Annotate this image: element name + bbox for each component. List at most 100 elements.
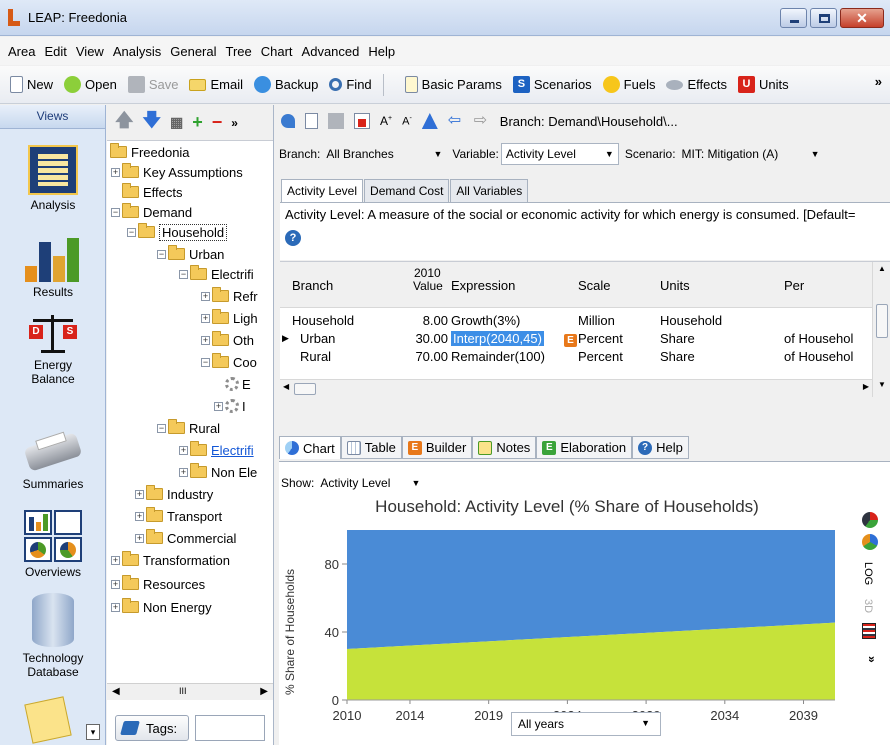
- tree-node-effects[interactable]: Effects: [122, 182, 183, 202]
- cell-expression[interactable]: Growth(3%): [451, 313, 520, 328]
- expand-icon[interactable]: +: [214, 401, 223, 411]
- tree-node-freedonia[interactable]: Freedonia: [110, 142, 190, 162]
- scrollbar-grip[interactable]: III: [179, 686, 187, 696]
- email-button[interactable]: Email: [189, 77, 243, 92]
- view-analysis[interactable]: Analysis: [0, 145, 106, 212]
- scroll-down-arrow[interactable]: ▼: [878, 380, 886, 389]
- expand-icon[interactable]: +: [179, 467, 188, 477]
- pin-icon[interactable]: [281, 114, 295, 128]
- tags-input[interactable]: [195, 715, 265, 741]
- expand-icon[interactable]: +: [111, 602, 120, 612]
- grid-vertical-scrollbar[interactable]: ▲ ▼: [872, 262, 890, 397]
- tree-node-cooking-tech-1[interactable]: E: [225, 374, 251, 394]
- expand-icon[interactable]: +: [201, 291, 210, 301]
- expand-icon[interactable]: +: [179, 445, 188, 455]
- tab-table[interactable]: Table: [340, 436, 402, 459]
- menu-analysis[interactable]: Analysis: [113, 44, 161, 59]
- tree-node-urban-electrified[interactable]: − Electrifi: [179, 264, 254, 284]
- back-arrow-icon[interactable]: ⇦: [448, 113, 464, 129]
- units-button[interactable]: U Units: [737, 76, 789, 93]
- tree-node-cooking-tech-2[interactable]: + I: [214, 396, 246, 416]
- tree-node-resources[interactable]: + Resources: [111, 574, 205, 594]
- save-button[interactable]: Save: [127, 76, 178, 93]
- chart-more-button[interactable]: »: [865, 656, 879, 676]
- menu-tree[interactable]: Tree: [226, 44, 252, 59]
- column-branch[interactable]: Branch: [292, 278, 333, 293]
- tab-elaboration[interactable]: E Elaboration: [536, 436, 633, 459]
- column-per[interactable]: Per: [784, 278, 804, 293]
- view-summaries[interactable]: Summaries: [0, 430, 106, 491]
- expand-icon[interactable]: +: [111, 167, 120, 177]
- views-dropdown-button[interactable]: ▾: [86, 724, 100, 740]
- tree-node-cooking[interactable]: − Coo: [201, 352, 257, 372]
- expand-icon[interactable]: +: [201, 335, 210, 345]
- close-button[interactable]: ✕: [840, 8, 884, 28]
- tab-activity-level[interactable]: Activity Level: [281, 179, 364, 202]
- tree-toolbar-overflow[interactable]: »: [231, 116, 238, 130]
- scrollbar-thumb[interactable]: [876, 304, 888, 338]
- toolbar-overflow-button[interactable]: »: [875, 74, 882, 89]
- menu-advanced[interactable]: Advanced: [302, 44, 360, 59]
- view-overviews[interactable]: Overviews: [0, 510, 106, 579]
- tab-builder[interactable]: E Builder: [401, 436, 473, 459]
- tab-chart[interactable]: Chart: [279, 436, 341, 459]
- move-down-icon[interactable]: 🡇: [143, 108, 162, 138]
- column-units[interactable]: Units: [660, 278, 690, 293]
- view-results[interactable]: Results: [0, 238, 106, 299]
- fuels-button[interactable]: Fuels: [602, 76, 655, 93]
- maximize-button[interactable]: [810, 8, 837, 28]
- help-question-icon[interactable]: ?: [285, 230, 301, 246]
- tree-node-urban[interactable]: − Urban: [157, 244, 224, 264]
- collapse-icon[interactable]: −: [179, 269, 188, 279]
- cell-expression[interactable]: Remainder(100): [451, 349, 545, 364]
- find-button[interactable]: Find: [329, 77, 372, 92]
- backup-button[interactable]: Backup: [253, 76, 318, 93]
- column-value-year[interactable]: 2010: [414, 266, 441, 280]
- expand-icon[interactable]: +: [111, 555, 120, 565]
- tab-demand-cost[interactable]: Demand Cost: [364, 179, 450, 202]
- log-scale-toggle[interactable]: LOG: [862, 562, 874, 585]
- move-up-icon[interactable]: 🡅: [115, 108, 134, 138]
- column-value[interactable]: Value: [413, 279, 443, 293]
- collapse-icon[interactable]: −: [111, 207, 120, 217]
- three-d-toggle[interactable]: 3D: [862, 599, 874, 613]
- tags-button[interactable]: Tags:: [115, 715, 189, 741]
- cell-expression[interactable]: Interp(2040,45): [451, 331, 544, 346]
- column-scale[interactable]: Scale: [578, 278, 611, 293]
- forward-arrow-icon[interactable]: ⇨: [474, 113, 490, 129]
- table-row[interactable]: Household 8.00 Growth(3%) Million Househ…: [280, 312, 872, 330]
- scroll-right-arrow[interactable]: ▶: [863, 382, 869, 391]
- tab-help[interactable]: ? Help: [632, 436, 689, 459]
- view-energy-balance[interactable]: D S Energy Balance: [0, 315, 106, 386]
- collapse-icon[interactable]: −: [127, 227, 136, 237]
- export-icon[interactable]: [354, 113, 370, 129]
- delete-branch-icon[interactable]: −: [212, 112, 223, 133]
- tree-node-non-electrified[interactable]: + Non Ele: [179, 462, 257, 482]
- scenario-dropdown[interactable]: MIT: Mitigation (A) ▼: [678, 143, 824, 165]
- expand-icon[interactable]: +: [135, 489, 144, 499]
- scroll-left-arrow[interactable]: ◀: [112, 686, 120, 697]
- collapse-icon[interactable]: −: [201, 357, 210, 367]
- view-technology-database[interactable]: Technology Database: [0, 593, 106, 679]
- tree-node-other[interactable]: + Oth: [201, 330, 254, 350]
- open-button[interactable]: Open: [64, 76, 117, 93]
- tree-node-industry[interactable]: + Industry: [135, 484, 213, 504]
- tree-horizontal-scrollbar[interactable]: ◀ III ▶: [107, 683, 273, 700]
- collapse-icon[interactable]: −: [157, 423, 166, 433]
- menu-area[interactable]: Area: [8, 44, 35, 59]
- copy-icon[interactable]: [305, 113, 318, 129]
- year-range-dropdown[interactable]: All years ▼: [511, 712, 661, 736]
- branch-dropdown[interactable]: All Branches ▼: [322, 143, 446, 165]
- tree-node-lighting[interactable]: + Ligh: [201, 308, 258, 328]
- expand-icon[interactable]: +: [135, 533, 144, 543]
- variable-dropdown[interactable]: Activity Level ▼: [500, 143, 619, 165]
- properties-icon[interactable]: ▦: [170, 114, 183, 131]
- scroll-up-arrow[interactable]: ▲: [878, 264, 886, 273]
- tree-node-household[interactable]: − Household: [127, 222, 228, 242]
- menu-chart[interactable]: Chart: [261, 44, 293, 59]
- basic-params-button[interactable]: Basic Params: [404, 76, 502, 93]
- menu-view[interactable]: View: [76, 44, 104, 59]
- table-row[interactable]: ▶ Urban 30.00 Interp(2040,45) E Percent …: [280, 330, 872, 348]
- save-icon[interactable]: [328, 113, 344, 129]
- expand-icon[interactable]: +: [111, 579, 120, 589]
